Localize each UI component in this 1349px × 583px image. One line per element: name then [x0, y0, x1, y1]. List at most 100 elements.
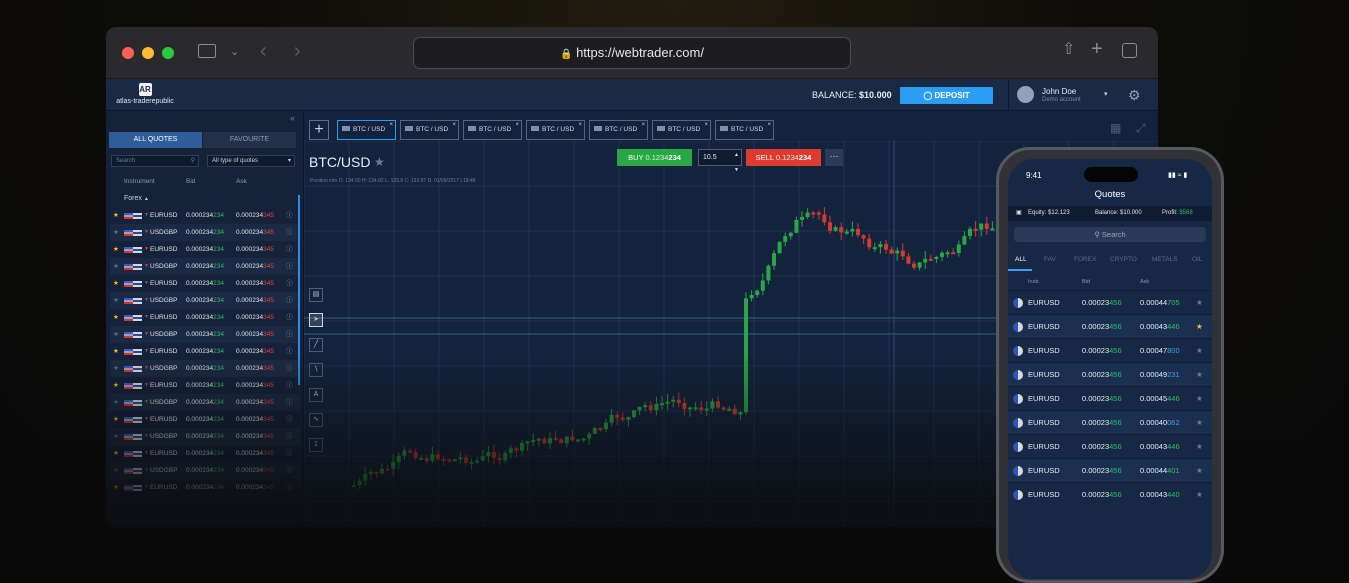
- info-icon[interactable]: ⓘ: [286, 275, 293, 292]
- address-bar[interactable]: 🔒 https://webtrader.com/: [413, 37, 851, 69]
- phone-tab[interactable]: CRYPTO: [1110, 256, 1137, 263]
- new-tab-icon[interactable]: +: [1091, 39, 1103, 59]
- info-icon[interactable]: ⓘ: [286, 207, 293, 224]
- star-icon[interactable]: ★: [113, 411, 119, 428]
- trend-tool-icon[interactable]: ∖: [309, 363, 323, 377]
- stepper-arrows-icon[interactable]: ▲ ▼: [734, 148, 739, 178]
- collapse-icon[interactable]: «: [290, 113, 295, 123]
- star-icon[interactable]: ★: [1196, 291, 1203, 315]
- star-icon[interactable]: ★: [113, 326, 119, 343]
- line-tool-icon[interactable]: ╱: [309, 338, 323, 352]
- list-item[interactable]: ★ ▼ EURUSD 0.000234234 0.000234345 ⓘ: [110, 479, 300, 496]
- info-icon[interactable]: ⓘ: [286, 394, 293, 411]
- info-icon[interactable]: ⓘ: [286, 309, 293, 326]
- star-icon[interactable]: ★: [113, 258, 119, 275]
- info-icon[interactable]: ⓘ: [286, 411, 293, 428]
- list-item[interactable]: EURUSD 0.00023456 0.00045446 ★: [1008, 386, 1212, 410]
- star-icon[interactable]: ★: [1196, 435, 1203, 459]
- group-forex[interactable]: Forex ▲: [124, 195, 149, 202]
- close-icon[interactable]: ×: [515, 116, 519, 134]
- list-item[interactable]: EURUSD 0.00023456 0.00043440 ★: [1008, 482, 1212, 506]
- chevron-down-icon[interactable]: ⌄: [230, 44, 239, 60]
- list-item[interactable]: ★ ▼ EURUSD 0.000234234 0.000234345 ⓘ: [110, 275, 300, 292]
- list-item[interactable]: ★ ▼ USDGBP 0.000234234 0.000234345 ⓘ: [110, 258, 300, 275]
- grid-layout-icon[interactable]: ▦: [1110, 121, 1121, 135]
- star-icon[interactable]: ★: [113, 343, 119, 360]
- close-icon[interactable]: ×: [452, 116, 456, 134]
- star-icon[interactable]: ★: [113, 394, 119, 411]
- list-item[interactable]: ★ ▼ EURUSD 0.000234234 0.000234345 ⓘ: [110, 343, 300, 360]
- scale-tool-icon[interactable]: 1: [309, 438, 323, 452]
- close-icon[interactable]: ×: [389, 116, 393, 134]
- close-icon[interactable]: ×: [578, 116, 582, 134]
- tab-chart[interactable]: BTC / USD ×: [337, 120, 396, 140]
- info-icon[interactable]: ⓘ: [286, 241, 293, 258]
- star-icon[interactable]: ★: [1196, 339, 1203, 363]
- tab-chart[interactable]: BTC / USD ×: [463, 120, 522, 140]
- close-icon[interactable]: ×: [641, 116, 645, 134]
- gear-icon[interactable]: ⚙: [1128, 87, 1141, 104]
- list-item[interactable]: ★ ▼ EURUSD 0.000234234 0.000234345 ⓘ: [110, 207, 300, 224]
- star-icon[interactable]: ★: [113, 292, 119, 309]
- tab-chart[interactable]: BTC / USD ×: [400, 120, 459, 140]
- info-icon[interactable]: ⓘ: [286, 445, 293, 462]
- star-icon[interactable]: ★: [113, 360, 119, 377]
- cursor-tool-icon[interactable]: ➤: [309, 313, 323, 327]
- info-icon[interactable]: ⓘ: [286, 377, 293, 394]
- list-item[interactable]: EURUSD 0.00023456 0.00040062 ★: [1008, 410, 1212, 434]
- star-icon[interactable]: ★: [113, 309, 119, 326]
- info-icon[interactable]: ⓘ: [286, 343, 293, 360]
- phone-tab[interactable]: OIL: [1192, 256, 1202, 263]
- tab-chart[interactable]: BTC / USD ×: [526, 120, 585, 140]
- list-item[interactable]: ★ ▼ EURUSD 0.000234234 0.000234345 ⓘ: [110, 377, 300, 394]
- more-options-button[interactable]: ···: [825, 149, 843, 166]
- list-item[interactable]: ★ ▼ USDGBP 0.000234234 0.000234345 ⓘ: [110, 292, 300, 309]
- star-icon[interactable]: ★: [1196, 459, 1203, 483]
- close-window-button[interactable]: [122, 47, 134, 59]
- sidebar-scrollbar[interactable]: [298, 195, 300, 385]
- star-icon[interactable]: ★: [113, 207, 119, 224]
- star-icon[interactable]: ★: [374, 155, 385, 169]
- info-icon[interactable]: ⓘ: [286, 360, 293, 377]
- list-item[interactable]: ★ ▼ USDGBP 0.000234234 0.000234345 ⓘ: [110, 462, 300, 479]
- forward-icon[interactable]: ›: [294, 41, 301, 61]
- phone-tab[interactable]: FOREX: [1074, 256, 1096, 263]
- indicator-tool-icon[interactable]: ∿: [309, 413, 323, 427]
- star-icon[interactable]: ★: [1196, 483, 1203, 507]
- list-item[interactable]: EURUSD 0.00023456 0.00049231 ★: [1008, 362, 1212, 386]
- star-icon[interactable]: ★: [1196, 315, 1203, 339]
- list-item[interactable]: EURUSD 0.00023456 0.00047800 ★: [1008, 338, 1212, 362]
- list-item[interactable]: ★ ▼ EURUSD 0.000234234 0.000234345 ⓘ: [110, 241, 300, 258]
- tab-chart[interactable]: BTC / USD ×: [652, 120, 711, 140]
- info-icon[interactable]: ⓘ: [286, 258, 293, 275]
- star-icon[interactable]: ★: [1196, 363, 1203, 387]
- minimize-window-button[interactable]: [142, 47, 154, 59]
- list-item[interactable]: EURUSD 0.00023456 0.00043446 ★: [1008, 434, 1212, 458]
- list-item[interactable]: ★ ▼ USDGBP 0.000234234 0.000234345 ⓘ: [110, 326, 300, 343]
- list-item[interactable]: ★ ▼ USDGBP 0.000234234 0.000234345 ⓘ: [110, 394, 300, 411]
- close-icon[interactable]: ×: [767, 116, 771, 134]
- star-icon[interactable]: ★: [113, 428, 119, 445]
- list-item[interactable]: EURUSD 0.00023456 0.00043446 ★: [1008, 314, 1212, 338]
- star-icon[interactable]: ★: [113, 479, 119, 496]
- sidebar-toggle-icon[interactable]: [198, 44, 216, 58]
- star-icon[interactable]: ★: [113, 275, 119, 292]
- fullscreen-icon[interactable]: ⤢: [1136, 121, 1146, 136]
- list-item[interactable]: ★ ▼ USDGBP 0.000234234 0.000234345 ⓘ: [110, 360, 300, 377]
- sell-button[interactable]: SELL 0.1234234: [746, 149, 821, 166]
- buy-button[interactable]: BUY 0.1234234: [617, 149, 692, 166]
- info-icon[interactable]: ⓘ: [286, 224, 293, 241]
- text-tool-icon[interactable]: A: [309, 388, 323, 402]
- star-icon[interactable]: ★: [113, 241, 119, 258]
- add-chart-button[interactable]: +: [309, 120, 329, 140]
- chart-type-tool-icon[interactable]: ▤: [309, 288, 323, 302]
- phone-tab[interactable]: ALL: [1015, 256, 1027, 263]
- star-icon[interactable]: ★: [113, 462, 119, 479]
- zoom-window-button[interactable]: [162, 47, 174, 59]
- deposit-button[interactable]: ◯ DEPOSIT: [900, 87, 993, 104]
- list-item[interactable]: EURUSD 0.00023456 0.00044705 ★: [1008, 290, 1212, 314]
- list-item[interactable]: ★ ▼ USDGBP 0.000234234 0.000234345 ⓘ: [110, 428, 300, 445]
- back-icon[interactable]: ‹: [260, 41, 267, 61]
- list-item[interactable]: ★ ▼ EURUSD 0.000234234 0.000234345 ⓘ: [110, 411, 300, 428]
- tab-all-quotes[interactable]: ALL QUOTES: [109, 132, 202, 148]
